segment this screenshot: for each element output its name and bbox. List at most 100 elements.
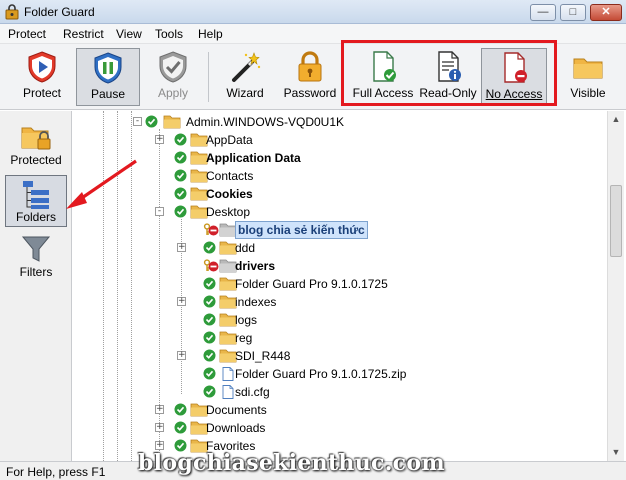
wizard-button[interactable]: Wizard <box>216 48 274 106</box>
tree-item-label: Desktop <box>206 205 251 219</box>
shield-play-icon <box>28 51 56 83</box>
visible-button[interactable]: Visible <box>562 48 614 106</box>
folder-icon <box>163 115 181 129</box>
maximize-button[interactable]: □ <box>560 4 586 21</box>
tree-row[interactable]: Cookies <box>73 185 609 203</box>
tree-item-label: Folder Guard Pro 9.1.0.1725.zip <box>235 367 407 381</box>
check-icon <box>174 421 187 434</box>
protect-label: Protect <box>22 86 61 100</box>
nav-folders-label: Folders <box>15 210 56 224</box>
folder-guard-app-icon <box>5 4 19 20</box>
padlock-icon <box>298 51 322 82</box>
apply-button[interactable]: Apply <box>142 48 204 106</box>
nav-protected[interactable]: Protected <box>5 119 67 171</box>
scroll-up-arrow-icon[interactable]: ▲ <box>608 111 624 127</box>
check-icon <box>203 367 216 380</box>
menu-restrict[interactable]: Restrict <box>63 27 104 41</box>
tree-item-label: ddd <box>235 241 256 255</box>
expand-icon[interactable]: + <box>177 243 186 252</box>
check-icon <box>203 331 216 344</box>
protect-button[interactable]: Protect <box>10 48 74 106</box>
tree-item-label: Documents <box>206 403 267 417</box>
status-text: For Help, press F1 <box>6 465 106 479</box>
check-icon <box>203 295 216 308</box>
shield-pause-icon <box>94 52 122 84</box>
tree-item-label: Application Data <box>206 151 301 165</box>
password-label: Password <box>283 86 337 100</box>
visible-label: Visible <box>570 86 606 100</box>
tree-row[interactable]: sdi.cfg <box>73 383 609 401</box>
tree-row[interactable]: + ddd <box>73 239 609 257</box>
menu-view[interactable]: View <box>116 27 142 41</box>
folder-tree[interactable]: - Admin.WINDOWS-VQD0U1K + AppData Applicat… <box>73 111 609 461</box>
tree-row[interactable]: logs <box>73 311 609 329</box>
tree-item-label: reg <box>235 331 253 345</box>
minimize-button[interactable]: — <box>530 4 556 21</box>
tree-row[interactable]: Application Data <box>73 149 609 167</box>
tree-root-row[interactable]: - Admin.WINDOWS-VQD0U1K <box>73 113 609 131</box>
tree-item-label: blog chia sẻ kiến thức <box>235 221 368 239</box>
tree-row[interactable]: drivers <box>73 257 609 275</box>
tree-item-label: logs <box>235 313 258 327</box>
shield-check-icon <box>159 51 187 83</box>
check-icon <box>145 115 158 128</box>
title-bar: Folder Guard — □ ✕ <box>0 0 626 24</box>
password-button[interactable]: Password <box>280 48 340 106</box>
tree-row[interactable]: + AppData <box>73 131 609 149</box>
tree-row[interactable]: Folder Guard Pro 9.1.0.1725 <box>73 275 609 293</box>
tree-vertical-scrollbar[interactable]: ▲ ▼ <box>607 111 624 461</box>
check-icon <box>174 187 187 200</box>
scroll-down-arrow-icon[interactable]: ▼ <box>608 444 624 460</box>
tree-item-label: AppData <box>206 133 253 147</box>
expand-icon[interactable]: + <box>177 297 186 306</box>
check-icon <box>203 241 216 254</box>
pause-label: Pause <box>90 87 126 101</box>
check-icon <box>174 205 187 218</box>
tree-item-label: Contacts <box>206 169 254 183</box>
nav-filters[interactable]: Filters <box>5 231 67 283</box>
close-button[interactable]: ✕ <box>590 4 622 21</box>
check-icon <box>203 385 216 398</box>
left-nav-panel: Protected Folders Filters <box>0 111 72 461</box>
expand-icon[interactable]: + <box>155 441 164 450</box>
check-icon <box>203 277 216 290</box>
tree-row[interactable]: Folder Guard Pro 9.1.0.1725.zip <box>73 365 609 383</box>
expand-icon[interactable]: + <box>155 135 164 144</box>
tree-row[interactable]: + SDI_R448 <box>73 347 609 365</box>
toolbar-separator <box>208 52 209 102</box>
expand-icon[interactable]: + <box>177 351 186 360</box>
check-icon <box>174 151 187 164</box>
menu-help[interactable]: Help <box>198 27 223 41</box>
scroll-thumb[interactable] <box>610 185 622 257</box>
check-icon <box>203 313 216 326</box>
tree-item-label: Downloads <box>206 421 266 435</box>
pause-button[interactable]: Pause <box>76 48 140 106</box>
tree-row[interactable]: + indexes <box>73 293 609 311</box>
tree-row[interactable]: reg <box>73 329 609 347</box>
nav-folders[interactable]: Folders <box>5 175 67 227</box>
check-icon <box>203 349 216 362</box>
menu-protect[interactable]: Protect <box>8 27 46 41</box>
folder-visible-icon <box>573 58 603 79</box>
lock-deny-icon <box>203 259 219 272</box>
tree-row[interactable]: + Downloads <box>73 419 609 437</box>
tree-row[interactable]: - Desktop <box>73 203 609 221</box>
collapse-icon[interactable]: - <box>133 117 142 126</box>
nav-protected-label: Protected <box>10 153 62 167</box>
menu-tools[interactable]: Tools <box>155 27 183 41</box>
tree-item-label: SDI_R448 <box>235 349 291 363</box>
tree-row[interactable]: Contacts <box>73 167 609 185</box>
apply-label: Apply <box>157 86 189 100</box>
nav-filters-label: Filters <box>19 265 53 279</box>
tree-row[interactable]: + Documents <box>73 401 609 419</box>
collapse-icon[interactable]: - <box>155 207 164 216</box>
tree-item-label: Cookies <box>206 187 253 201</box>
check-icon <box>174 403 187 416</box>
tree-root-label: Admin.WINDOWS-VQD0U1K <box>186 115 345 129</box>
tree-item-label: drivers <box>235 259 276 273</box>
access-buttons-highlight-box <box>341 40 557 106</box>
expand-icon[interactable]: + <box>155 423 164 432</box>
watermark-text: blogchiasekienthuc.com <box>138 450 445 476</box>
tree-row[interactable]: blog chia sẻ kiến thức <box>73 221 609 239</box>
expand-icon[interactable]: + <box>155 405 164 414</box>
